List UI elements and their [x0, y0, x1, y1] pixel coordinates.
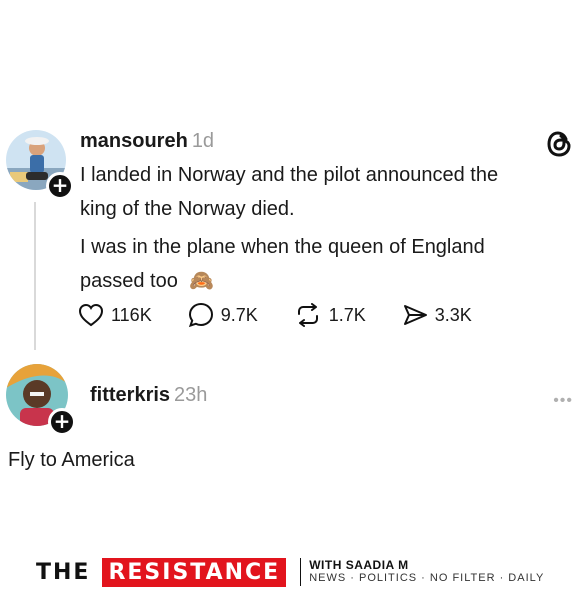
brand-with: WITH SAADIA M — [309, 558, 409, 572]
brand-footer: THE RESISTANCE WITH SAADIA M NEWS · POLI… — [36, 557, 544, 587]
post-line-3: I was in the plane when the queen of Eng… — [80, 236, 485, 258]
thread-connector-line — [34, 202, 36, 350]
repost-count: 1.7K — [328, 304, 366, 325]
post-header: mansoureh 1d — [80, 130, 214, 153]
threads-logo-icon[interactable] — [547, 130, 573, 163]
post-line-1: I landed in Norway and the pilot announc… — [80, 164, 499, 186]
like-count: 116K — [111, 304, 152, 325]
brand-divider — [300, 558, 302, 586]
post-username[interactable]: mansoureh — [80, 130, 188, 152]
more-icon[interactable]: ••• — [553, 392, 573, 410]
post-actions: 116K 9.7K 1.7K 3.3K — [78, 302, 508, 328]
like-button[interactable]: 116K — [78, 303, 152, 327]
share-count: 3.3K — [434, 304, 472, 325]
brand-resistance: RESISTANCE — [102, 557, 287, 587]
send-icon — [403, 305, 427, 325]
post-line-4-text: passed too — [80, 270, 178, 292]
reply-header: fitterkris 23h — [90, 384, 207, 407]
reply-button[interactable]: 9.7K — [188, 302, 258, 328]
reply-count: 9.7K — [220, 304, 258, 325]
reply-username[interactable]: fitterkris — [90, 384, 170, 406]
reply-text: Fly to America — [8, 449, 135, 471]
repost-icon — [297, 303, 318, 327]
follow-plus-button[interactable]: + — [46, 172, 74, 200]
post-line-2: king of the Norway died. — [80, 198, 295, 220]
reply-time: 23h — [174, 384, 208, 406]
post-time: 1d — [191, 130, 215, 152]
see-no-evil-monkey-emoji: 🙈 — [189, 270, 215, 292]
repost-button[interactable]: 1.7K — [294, 303, 366, 327]
post-body: I landed in Norway and the pilot announc… — [80, 158, 498, 298]
share-button[interactable]: 3.3K — [402, 303, 472, 327]
comment-icon — [188, 302, 213, 328]
heart-icon — [78, 303, 104, 327]
brand-the: THE — [36, 559, 91, 585]
reply-follow-plus-button[interactable]: + — [48, 408, 76, 436]
brand-tagline: NEWS · POLITICS · NO FILTER · DAILY — [309, 572, 545, 584]
post-line-4: passed too 🙈 — [80, 264, 498, 298]
brand-meta: WITH SAADIA M NEWS · POLITICS · NO FILTE… — [309, 559, 544, 585]
